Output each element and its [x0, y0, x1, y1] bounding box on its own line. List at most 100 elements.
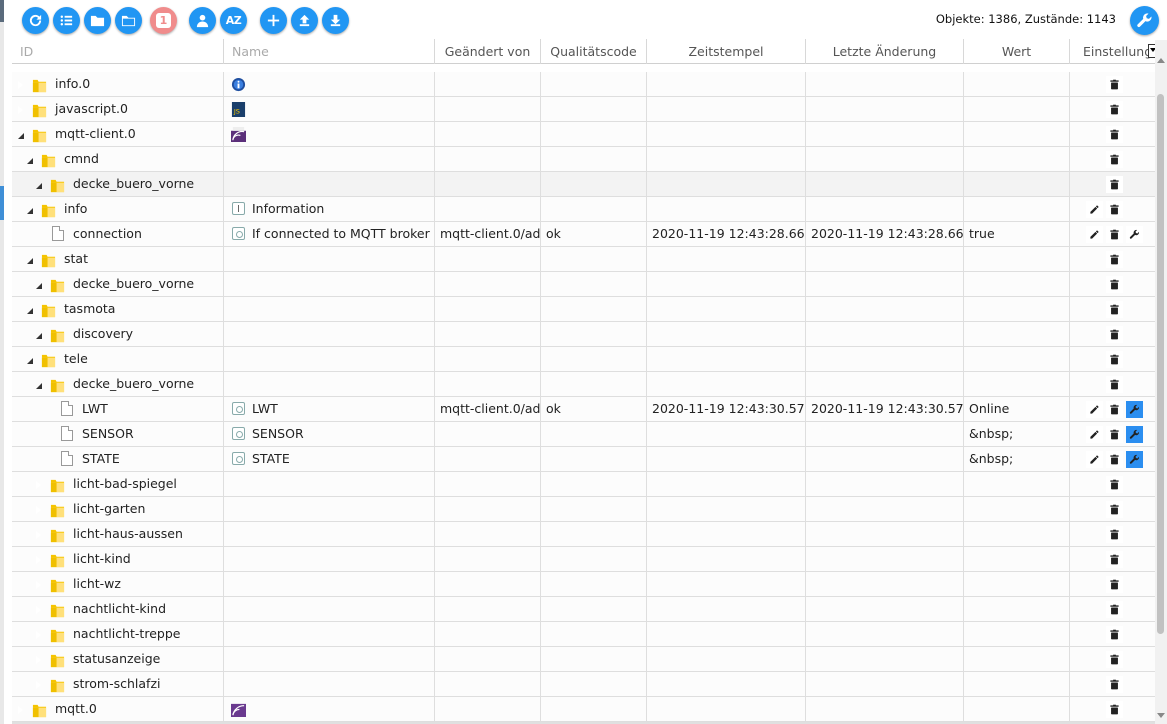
object-id[interactable]: javascript.0: [55, 97, 128, 121]
delete-button[interactable]: [1106, 426, 1123, 443]
delete-button[interactable]: [1106, 126, 1123, 143]
value-cell[interactable]: [964, 497, 1070, 521]
value-cell[interactable]: [964, 472, 1070, 496]
table-row[interactable]: decke_buero_vorne: [12, 172, 1155, 197]
delete-button[interactable]: [1106, 401, 1123, 418]
value-cell[interactable]: [964, 322, 1070, 346]
collapsed-arrow-icon[interactable]: [35, 505, 41, 515]
object-id[interactable]: licht-kind: [73, 547, 131, 571]
object-id[interactable]: SENSOR: [82, 422, 134, 446]
collapsed-arrow-icon[interactable]: [35, 655, 41, 665]
table-row[interactable]: info.0: [12, 72, 1155, 97]
delete-button[interactable]: [1106, 101, 1123, 118]
user-select-button[interactable]: [189, 7, 216, 34]
delete-button[interactable]: [1106, 526, 1123, 543]
expanded-arrow-icon[interactable]: [27, 308, 33, 314]
object-id[interactable]: licht-wz: [73, 572, 121, 596]
object-id[interactable]: connection: [73, 222, 142, 246]
delete-button[interactable]: [1106, 501, 1123, 518]
object-id[interactable]: decke_buero_vorne: [73, 272, 194, 296]
object-id[interactable]: licht-haus-aussen: [73, 522, 183, 546]
table-row[interactable]: connection If connected to MQTT broker mqt…: [12, 222, 1155, 247]
delete-button[interactable]: [1106, 176, 1123, 193]
collapsed-arrow-icon[interactable]: [35, 480, 41, 490]
table-row[interactable]: javascript.0 JS: [12, 97, 1155, 122]
edit-button[interactable]: [1086, 451, 1103, 468]
object-id[interactable]: discovery: [73, 322, 133, 346]
delete-button[interactable]: [1106, 301, 1123, 318]
edit-button[interactable]: [1086, 401, 1103, 418]
column-value-header[interactable]: Wert: [964, 39, 1070, 64]
table-row[interactable]: licht-kind: [12, 547, 1155, 572]
download-button[interactable]: [322, 7, 349, 34]
value-cell[interactable]: &nbsp;: [964, 422, 1070, 446]
delete-button[interactable]: [1106, 276, 1123, 293]
table-row[interactable]: licht-haus-aussen: [12, 522, 1155, 547]
table-row[interactable]: strom-schlafzi: [12, 672, 1155, 697]
value-cell[interactable]: [964, 672, 1070, 696]
vertical-scrollbar[interactable]: [1155, 40, 1167, 724]
wrench-button[interactable]: [1126, 451, 1143, 468]
column-changed-from-header[interactable]: Geändert von: [435, 39, 541, 64]
object-id[interactable]: mqtt-client.0: [55, 122, 136, 146]
table-row[interactable]: STATE STATE &nbsp;: [12, 447, 1155, 472]
value-cell[interactable]: [964, 72, 1070, 96]
object-id[interactable]: tasmota: [64, 297, 115, 321]
object-id[interactable]: cmnd: [64, 147, 99, 171]
value-cell[interactable]: &nbsp;: [964, 447, 1070, 471]
collapsed-arrow-icon[interactable]: [35, 680, 41, 690]
value-cell[interactable]: [964, 97, 1070, 121]
delete-button[interactable]: [1106, 576, 1123, 593]
value-cell[interactable]: [964, 622, 1070, 646]
delete-button[interactable]: [1106, 76, 1123, 93]
delete-button[interactable]: [1106, 626, 1123, 643]
value-cell[interactable]: [964, 272, 1070, 296]
delete-button[interactable]: [1106, 551, 1123, 568]
delete-button[interactable]: [1106, 601, 1123, 618]
value-cell[interactable]: [964, 572, 1070, 596]
object-id[interactable]: info: [64, 197, 87, 221]
collapsed-arrow-icon[interactable]: [35, 605, 41, 615]
delete-button[interactable]: [1106, 351, 1123, 368]
delete-button[interactable]: [1106, 376, 1123, 393]
expanded-arrow-icon[interactable]: [27, 158, 33, 164]
expanded-arrow-icon[interactable]: [27, 358, 33, 364]
table-row[interactable]: stat: [12, 247, 1155, 272]
column-id-header[interactable]: ID: [12, 39, 224, 64]
table-row[interactable]: tele: [12, 347, 1155, 372]
table-row[interactable]: licht-wz: [12, 572, 1155, 597]
value-cell[interactable]: [964, 172, 1070, 196]
scrollbar-thumb[interactable]: [1157, 94, 1164, 634]
object-id[interactable]: statusanzeige: [73, 647, 160, 671]
columns-dropdown-icon[interactable]: [1148, 44, 1155, 58]
delete-button[interactable]: [1106, 151, 1123, 168]
object-id[interactable]: nachtlicht-treppe: [73, 622, 180, 646]
folder-collapse-button[interactable]: [84, 7, 111, 34]
folder-expand-button[interactable]: [115, 7, 142, 34]
delete-button[interactable]: [1106, 326, 1123, 343]
collapsed-arrow-icon[interactable]: [35, 580, 41, 590]
object-id[interactable]: LWT: [82, 397, 108, 421]
value-cell[interactable]: [964, 297, 1070, 321]
table-row[interactable]: decke_buero_vorne: [12, 372, 1155, 397]
object-id[interactable]: tele: [64, 347, 88, 371]
expanded-arrow-icon[interactable]: [27, 258, 33, 264]
collapsed-arrow-icon[interactable]: [35, 555, 41, 565]
delete-button[interactable]: [1106, 226, 1123, 243]
badge-button[interactable]: 1: [150, 7, 177, 34]
value-cell[interactable]: [964, 547, 1070, 571]
object-id[interactable]: mqtt.0: [55, 697, 97, 721]
table-row[interactable]: nachtlicht-treppe: [12, 622, 1155, 647]
table-row[interactable]: nachtlicht-kind: [12, 597, 1155, 622]
sort-az-button[interactable]: AZ: [220, 7, 247, 34]
object-id[interactable]: stat: [64, 247, 88, 271]
column-timestamp-header[interactable]: Zeitstempel: [647, 39, 806, 64]
table-row[interactable]: LWTLWTmqtt-client.0/admok2020-11-19 12:4…: [12, 397, 1155, 422]
object-id[interactable]: decke_buero_vorne: [73, 372, 194, 396]
scroll-up-icon[interactable]: [1157, 58, 1165, 63]
settings-button[interactable]: [1130, 6, 1159, 35]
expanded-arrow-icon[interactable]: [36, 283, 42, 289]
expanded-arrow-icon[interactable]: [27, 208, 33, 214]
collapsed-arrow-icon[interactable]: [17, 705, 23, 715]
table-row[interactable]: info Information: [12, 197, 1155, 222]
